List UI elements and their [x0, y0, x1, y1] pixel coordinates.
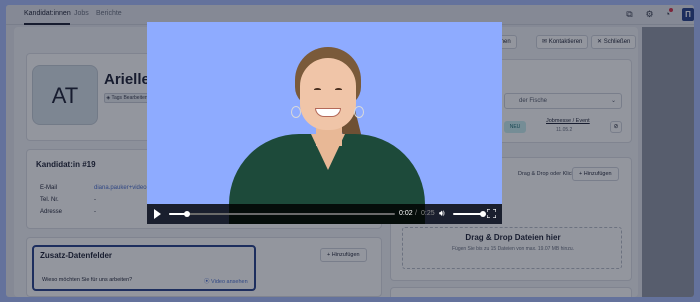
volume-icon[interactable]: 🔊︎	[439, 208, 445, 219]
volume-slider[interactable]	[453, 211, 486, 217]
video-person-eye	[314, 88, 321, 91]
video-person-earring	[291, 106, 301, 118]
play-icon[interactable]	[154, 209, 161, 219]
video-current-time: 0:02	[399, 210, 413, 217]
video-progress-handle[interactable]	[184, 211, 191, 217]
video-person-face	[300, 58, 356, 130]
fullscreen-icon[interactable]	[487, 209, 496, 218]
video-controls: 0:02 / 0:25 🔊︎	[147, 204, 502, 224]
video-time-separator: /	[415, 210, 417, 217]
video-player[interactable]: 0:02 / 0:25 🔊︎	[147, 22, 502, 224]
video-progress-bar[interactable]	[169, 211, 395, 217]
video-duration: 0:25	[421, 210, 435, 217]
volume-handle[interactable]	[480, 211, 486, 217]
video-person-earring	[354, 106, 364, 118]
video-person-eye	[335, 88, 342, 91]
